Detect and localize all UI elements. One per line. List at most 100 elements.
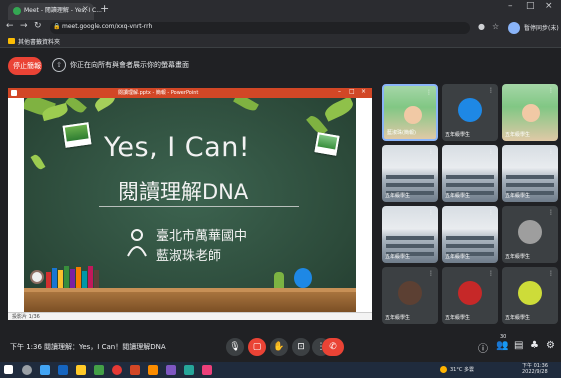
chat-icon[interactable]: ▤: [514, 340, 523, 351]
bookmark-item[interactable]: 其他書籤資料夾: [18, 37, 60, 46]
meet-favicon-icon: [13, 7, 21, 15]
back-icon[interactable]: ←: [6, 21, 14, 31]
tile-options-icon[interactable]: ⋮: [548, 209, 554, 216]
file-explorer-icon[interactable]: [76, 365, 86, 375]
chrome-app-icon[interactable]: [112, 365, 122, 375]
address-bar-row: ← → ↻ 🔒 meet.google.com/xxq-vnrt-rrh ● ☆…: [0, 20, 561, 36]
people-count-badge: 30: [500, 334, 507, 340]
participant-avatar: [458, 281, 482, 305]
slide-title: Yes, I Can!: [104, 132, 251, 163]
windows-start-icon[interactable]: [4, 365, 13, 374]
url-field[interactable]: 🔒 meet.google.com/xxq-vnrt-rrh: [50, 22, 470, 34]
maximize-button[interactable]: □: [526, 1, 535, 11]
clock-time: 下午 01:36: [522, 363, 548, 369]
avatar[interactable]: [508, 22, 520, 34]
activities-icon[interactable]: ♣: [530, 340, 539, 351]
book-decoration: [70, 269, 75, 288]
tile-options-icon[interactable]: ⋮: [428, 148, 434, 155]
powerpoint-app-icon[interactable]: [130, 365, 140, 375]
bookmark-star-icon[interactable]: ☆: [492, 22, 499, 31]
participant-name: 五年級學生: [445, 132, 471, 138]
participant-tile[interactable]: ⋮ 五年級學生: [442, 267, 498, 324]
person-icon: [127, 229, 147, 257]
participant-avatar: [398, 281, 422, 305]
participant-tile[interactable]: ⋮ 五年級學生: [442, 145, 498, 202]
classroom-desks: [386, 244, 434, 248]
leave-call-button[interactable]: ✆: [322, 338, 344, 356]
microphone-button[interactable]: 🎙: [226, 338, 244, 356]
reload-icon[interactable]: ↻: [34, 21, 42, 31]
profile-name: 暫停同步(未): [524, 25, 559, 32]
book-decoration: [94, 270, 99, 288]
new-tab-button[interactable]: +: [100, 2, 109, 15]
stop-presenting-button[interactable]: 停止簡報: [8, 57, 42, 75]
tile-options-icon[interactable]: ⋮: [488, 270, 494, 277]
powerpoint-status-bar: 投影片 1/36: [8, 312, 372, 320]
tile-options-icon[interactable]: ⋮: [488, 87, 494, 94]
present-button[interactable]: ⊡: [292, 338, 310, 356]
close-window-button[interactable]: ×: [545, 1, 553, 11]
participant-tile[interactable]: ⋮ 藍淑珠(簡報): [382, 84, 438, 141]
raise-hand-button[interactable]: ✋: [270, 338, 288, 356]
tile-options-icon[interactable]: ⋮: [426, 89, 432, 96]
participant-tile[interactable]: ⋮ 五年級學生: [502, 145, 558, 202]
powerpoint-title-bar: 閱讀理解.pptx - 簡報 - PowerPoint – □ ×: [8, 88, 372, 98]
participant-tile[interactable]: ⋮ 五年級學生: [502, 206, 558, 263]
app-icon[interactable]: [166, 365, 176, 375]
camera-permission-icon[interactable]: ●: [478, 22, 485, 31]
app-icon[interactable]: [202, 365, 212, 375]
participant-tile[interactable]: ⋮ 五年級學生: [382, 206, 438, 263]
app-icon[interactable]: [148, 365, 158, 375]
classroom-desks: [386, 183, 434, 187]
classroom-desks: [446, 244, 494, 248]
task-view-icon[interactable]: [40, 365, 50, 375]
app-icon[interactable]: [184, 365, 194, 375]
participant-tile[interactable]: ⋮ 五年級學生: [382, 267, 438, 324]
chalk-divider: [99, 206, 299, 207]
tile-options-icon[interactable]: ⋮: [488, 148, 494, 155]
forward-icon[interactable]: →: [20, 21, 28, 31]
participant-name: 五年級學生: [385, 315, 411, 321]
camera-off-button[interactable]: ▢: [248, 338, 266, 356]
stop-presenting-label: 停止簡報: [13, 62, 41, 70]
present-screen-icon: ⇧: [52, 58, 66, 72]
tile-options-icon[interactable]: ⋮: [548, 270, 554, 277]
participant-tile[interactable]: ⋮ 五年級學生: [442, 206, 498, 263]
tab-close-icon[interactable]: ×: [82, 4, 89, 13]
tile-options-icon[interactable]: ⋮: [428, 270, 434, 277]
participant-tile[interactable]: ⋮ 五年級學生: [442, 84, 498, 141]
participant-avatar: [458, 98, 482, 122]
tile-options-icon[interactable]: ⋮: [428, 209, 434, 216]
participant-tile[interactable]: ⋮ 五年級學生: [502, 267, 558, 324]
tile-options-icon[interactable]: ⋮: [548, 148, 554, 155]
classroom-desks: [446, 236, 494, 240]
excel-app-icon[interactable]: [94, 365, 104, 375]
lock-icon: 🔒: [53, 23, 61, 30]
search-icon[interactable]: [22, 365, 32, 375]
tile-options-icon[interactable]: ⋮: [548, 87, 554, 94]
people-icon[interactable]: 👥: [496, 340, 508, 351]
minimize-button[interactable]: –: [508, 1, 513, 11]
book-decoration: [64, 266, 69, 288]
book-decoration: [76, 267, 81, 288]
word-app-icon[interactable]: [58, 365, 68, 375]
participant-tile[interactable]: ⋮ 五年級學生: [382, 145, 438, 202]
classroom-desks: [386, 236, 434, 240]
participant-name: 五年級學生: [445, 315, 471, 321]
slide-subtitle: 閱讀理解DNA: [118, 180, 249, 204]
participant-tile[interactable]: ⋮ 五年級學生: [502, 84, 558, 141]
browser-tab[interactable]: Meet - 閱讀理解 - Yes, I C... ×: [8, 3, 102, 20]
weather-icon: [440, 366, 447, 373]
participant-face: [522, 104, 540, 122]
participant-name: 五年級學生: [505, 315, 531, 321]
participant-name: 五年級學生: [385, 254, 411, 260]
info-icon[interactable]: ⓘ: [478, 340, 488, 355]
host-controls-icon[interactable]: ⚙: [546, 340, 555, 351]
tile-options-icon[interactable]: ⋮: [488, 209, 494, 216]
participant-face: [404, 106, 422, 124]
book-decoration: [46, 272, 51, 288]
pp-maximize-icon: □: [349, 88, 355, 95]
participant-avatar: [518, 220, 542, 244]
photo-decoration: [62, 122, 92, 148]
browser-tab-bar: Meet - 閱讀理解 - Yes, I C... × + – □ ×: [0, 0, 561, 20]
